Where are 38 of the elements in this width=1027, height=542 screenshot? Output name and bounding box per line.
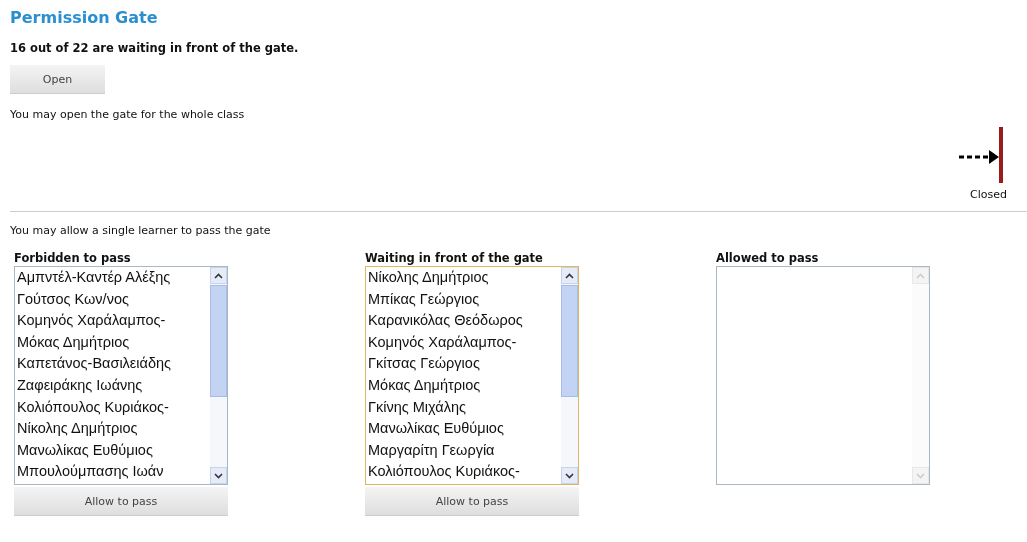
learner-item[interactable]: Νίκολης Δημήτριος: [368, 267, 561, 289]
list-heading: Waiting in front of the gate: [365, 251, 544, 265]
list-heading: Allowed to pass: [716, 251, 820, 265]
learner-item[interactable]: Μανωλίκας Ευθύμιος: [17, 439, 210, 462]
learner-list[interactable]: Νίκολης Δημήτριος Μπίκας Γεώργιος Καρανικόλας Θεόδωρος Κομηνός Χαράλαμπος- Γκίτσας Γεώργιος Μόκας Δημήτριος Γκίνης Μιχάλης Μανωλίκας Ευθύμιος Μαργαρίτη Γεωργία Κολιόπουλος Κυριάκος-: [365, 266, 579, 485]
learner-item[interactable]: Μπουλούμπασης Ιωάν: [17, 461, 210, 483]
learner-item[interactable]: Μπίκας Γεώργιος: [368, 288, 561, 311]
learner-item[interactable]: Γούτσος Κων/νος: [17, 288, 210, 311]
list-heading: Forbidden to pass: [14, 251, 132, 265]
learner-item[interactable]: Γκίνης Μιχάλης: [368, 396, 561, 419]
single-hint: You may allow a single learner to pass the gate: [10, 224, 272, 237]
learner-item[interactable]: Γκίτσας Γεώργιος: [368, 353, 561, 375]
class-hint: You may open the gate for the whole class: [10, 108, 246, 121]
learner-item[interactable]: Καρανικόλας Θεόδωρος: [368, 310, 561, 332]
page-title: Permission Gate: [10, 8, 159, 27]
learner-item[interactable]: Καπετάνος-Βασιλειάδης: [17, 353, 210, 375]
waiting-summary: 16 out of 22 are waiting in front of the gate.: [10, 41, 300, 55]
scrollbar[interactable]: [210, 267, 227, 484]
scrollbar[interactable]: [561, 267, 578, 484]
learner-item[interactable]: Μαργαρίτη Γεωργία: [368, 439, 561, 462]
scrollbar[interactable]: [912, 267, 929, 484]
learner-item[interactable]: Κομηνός Χαράλαμπος-: [17, 310, 210, 332]
learner-item[interactable]: Ζαφειράκης Ιωάνης: [17, 374, 210, 397]
learner-list[interactable]: [716, 266, 930, 485]
arrow-barrier-icon: [957, 127, 1005, 183]
learner-item[interactable]: Νίκολης Δημήτριος: [17, 418, 210, 440]
learner-item[interactable]: Μανωλίκας Ευθύμιος: [368, 418, 561, 440]
learner-item[interactable]: Κολιόπουλος Κυριάκος-: [17, 396, 210, 419]
learner-item[interactable]: Κολιόπουλος Κυριάκος-: [368, 461, 561, 483]
learner-item[interactable]: Μόκας Δημήτριος: [17, 331, 210, 354]
allow-button[interactable]: Allow to pass: [14, 487, 228, 516]
open-button[interactable]: Open: [10, 65, 105, 94]
allow-button[interactable]: Allow to pass: [365, 487, 579, 516]
learner-list[interactable]: Αμπντέλ-Καντέρ Αλέξης Γούτσος Κων/νος Κομηνός Χαράλαμπος- Μόκας Δημήτριος Καπετάνος-Βασιλειάδης Ζαφειράκης Ιωάνης Κολιόπουλος Κυριάκος- Νίκολης Δημήτριος Μανωλίκας Ευθύμιος Μπουλούμπασης Ιωάν: [14, 266, 228, 485]
gate-status: Closed: [970, 188, 1007, 201]
learner-item[interactable]: Μόκας Δημήτριος: [368, 374, 561, 397]
learner-item[interactable]: Αμπντέλ-Καντέρ Αλέξης: [17, 267, 210, 289]
learner-item[interactable]: Κομηνός Χαράλαμπος-: [368, 331, 561, 354]
